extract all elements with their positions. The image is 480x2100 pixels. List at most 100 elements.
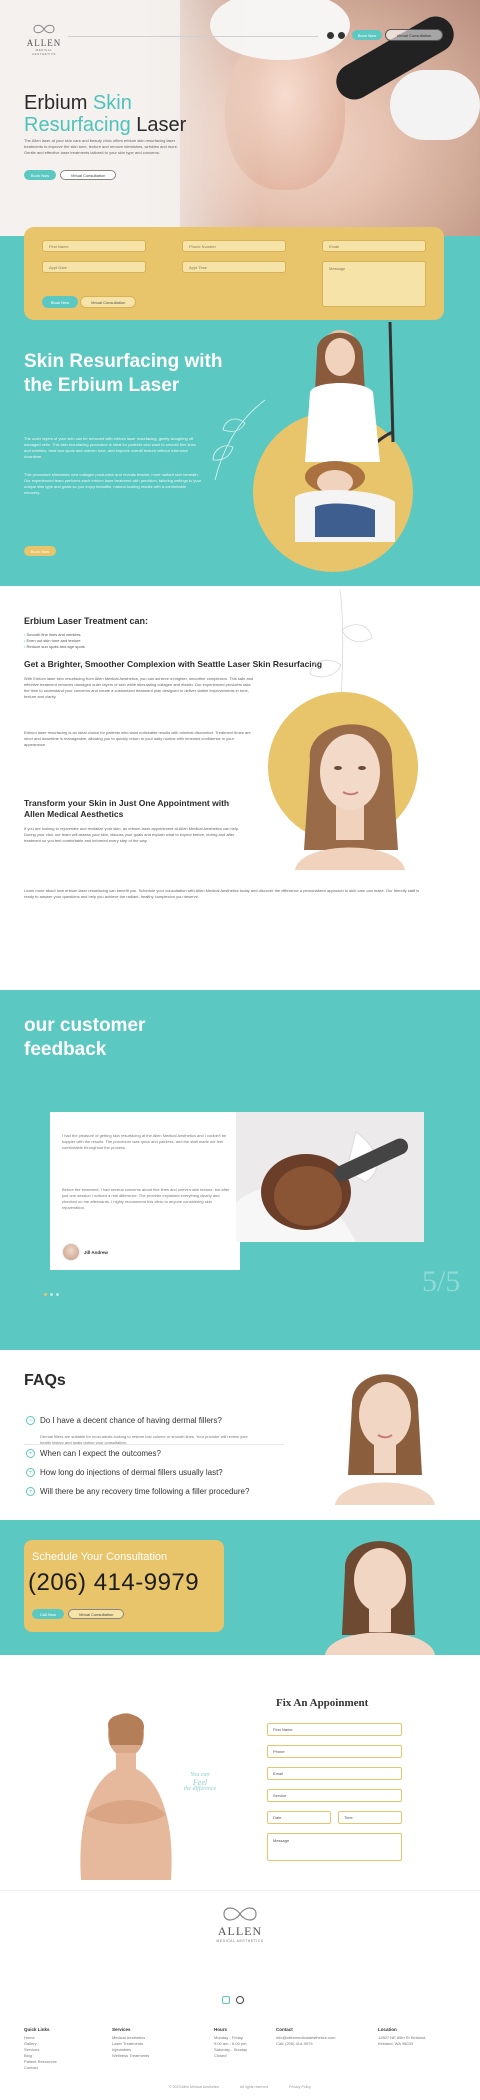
hero-title-1b: Skin xyxy=(92,92,132,114)
carousel-dot[interactable] xyxy=(44,1293,47,1296)
footer-phone[interactable]: Call: (206) 414-9979 xyxy=(276,2041,335,2047)
avatar xyxy=(62,1243,80,1261)
faq-question[interactable]: Do I have a decent chance of having derm… xyxy=(40,1416,222,1425)
footer-col-title: Hours xyxy=(214,2027,228,2032)
hero-consultation-button[interactable]: Virtual Consultation xyxy=(60,170,116,180)
section2-paragraph-2: This procedure stimulates new collagen p… xyxy=(24,472,202,495)
form-message[interactable]: Message xyxy=(322,261,426,307)
form-date[interactable]: Appt Date xyxy=(42,261,146,273)
instagram-icon[interactable] xyxy=(236,1996,244,2004)
copyright-text: © 2023 Allen Medical Aesthetics xyxy=(169,2085,220,2089)
footer-col-title: Location xyxy=(378,2027,397,2032)
faq-portrait xyxy=(335,1374,435,1505)
logo-infinity-icon xyxy=(33,24,55,34)
testimonial-quote: I had the pleasure of getting skin resur… xyxy=(62,1133,227,1150)
form-email[interactable]: Email xyxy=(322,240,426,252)
faq-expand-icon[interactable]: + xyxy=(26,1487,35,1496)
faq-expand-icon[interactable]: + xyxy=(26,1468,35,1477)
instagram-icon[interactable] xyxy=(338,32,345,39)
faq-question[interactable]: Will there be any recovery time followin… xyxy=(40,1487,249,1496)
hero-book-button[interactable]: Book Now xyxy=(24,170,56,180)
header-logo[interactable]: ALLEN MEDICAL AESTHETICS xyxy=(24,22,64,56)
treatment-paragraph-3: If you are looking to rejuvenate and rev… xyxy=(24,826,240,843)
section2-title: Skin Resurfacing with the Erbium Laser xyxy=(24,351,223,396)
footer-address: Kirkland, WA 98033 xyxy=(378,2041,413,2046)
appt-time[interactable]: Time xyxy=(338,1811,402,1824)
testimonial-title: our customer feedback xyxy=(24,1015,146,1060)
form-first-name[interactable]: First Name xyxy=(42,240,146,252)
footer-link[interactable]: Wellness Treatments xyxy=(112,2053,149,2059)
testimonial-photo xyxy=(236,1112,424,1242)
footer-col-title: Quick Links xyxy=(24,2027,50,2032)
carousel-dots[interactable] xyxy=(44,1293,59,1296)
appt-date[interactable]: Date xyxy=(267,1811,331,1824)
logo-name: ALLEN xyxy=(26,38,62,48)
schedule-portrait xyxy=(325,1541,435,1655)
header-consultation-button[interactable]: Virtual Consultation xyxy=(385,29,443,41)
brighter-complexion-heading: Get a Brighter, Smoother Complexion with… xyxy=(24,659,323,669)
script-line: the difference xyxy=(183,1786,217,1792)
carousel-dot[interactable] xyxy=(50,1293,53,1296)
appointment-title: Fix An Appoinment xyxy=(276,1697,369,1709)
footer-logo-subtitle: MEDICAL AESTHETICS xyxy=(216,1939,264,1943)
privacy-policy-link[interactable]: Privacy Policy xyxy=(289,2085,311,2089)
faq-collapse-icon[interactable]: − xyxy=(26,1416,35,1425)
faq-question[interactable]: How long do injections of dermal fillers… xyxy=(40,1468,223,1477)
phone-number[interactable]: (206) 414-9979 xyxy=(28,1569,199,1597)
footer-logo-name: ALLEN xyxy=(217,1924,263,1938)
transform-heading: Transform your Skin in Just One Appointm… xyxy=(24,798,230,819)
footer-link[interactable]: Contact xyxy=(24,2065,57,2071)
appointment-photo xyxy=(80,1713,172,1880)
faq-expand-icon[interactable]: + xyxy=(26,1449,35,1458)
faq-divider xyxy=(24,1444,284,1445)
appt-email[interactable]: Email xyxy=(267,1767,402,1780)
section2-paragraph-1: The outer layers of your skin can be rem… xyxy=(24,436,196,459)
treatment-paragraph-2: Erbium laser resurfacing is an ideal cho… xyxy=(24,730,251,747)
header-book-button[interactable]: Book Now xyxy=(352,30,382,40)
logo-subtitle: MEDICAL AESTHETICS xyxy=(32,48,56,56)
hero-title: Erbium Skin Resurfacing Laser xyxy=(24,92,186,136)
appt-first-name[interactable]: First Name xyxy=(267,1723,402,1736)
script-line: Feel xyxy=(192,1778,208,1787)
call-now-button[interactable]: Call Now xyxy=(32,1609,64,1619)
footer-logo-infinity-icon xyxy=(223,1907,257,1921)
facebook-icon[interactable] xyxy=(327,32,334,39)
carousel-dot[interactable] xyxy=(56,1293,59,1296)
header-social xyxy=(327,32,345,39)
section2-photo xyxy=(295,322,395,542)
form-consultation-button[interactable]: Virtual Consultation xyxy=(80,296,136,308)
treatment-benefits-list: Smooth fine lines and wrinkles Even out … xyxy=(24,632,85,650)
footer-services: Services Medical Aesthetics Laser Treatm… xyxy=(112,2027,149,2059)
testimonial-quote-2: Before the treatment, I had several conc… xyxy=(62,1187,230,1210)
facebook-icon[interactable] xyxy=(222,1996,230,2004)
appt-message[interactable]: Message xyxy=(267,1833,402,1861)
rating-watermark: 5/5 xyxy=(422,1265,461,1298)
feel-the-difference-text: You can Feel the difference xyxy=(178,1772,222,1793)
testimonial-author: Jill Andrew xyxy=(84,1250,108,1255)
hero-title-2a: Resurfacing xyxy=(24,114,131,136)
hero-title-1a: Erbium xyxy=(24,92,88,114)
appt-service[interactable]: Service xyxy=(267,1789,402,1802)
footer-contact: Contact info@allenmedicalaesthetics.com … xyxy=(276,2027,335,2047)
footer-bottom-bar: © 2023 Allen Medical Aesthetics All righ… xyxy=(0,2085,480,2089)
treatment-paragraph-4: Learn more about how erbium laser resurf… xyxy=(24,888,420,899)
footer-col-title: Services xyxy=(112,2027,131,2032)
list-item: Reduce sun spots and age spots xyxy=(24,644,85,650)
form-time[interactable]: Appt Time xyxy=(182,261,286,273)
footer-logo[interactable]: ALLEN MEDICAL AESTHETICS xyxy=(210,1904,270,1943)
form-phone[interactable]: Phone Number xyxy=(182,240,286,252)
footer-social xyxy=(222,1996,244,2004)
page: ALLEN MEDICAL AESTHETICS Book Now Virtua… xyxy=(0,0,480,2100)
footer-text: Closed xyxy=(214,2053,227,2058)
schedule-title: Schedule Your Consultation xyxy=(32,1551,168,1563)
faq-question[interactable]: When can I expect the outcomes? xyxy=(40,1449,161,1458)
footer-col-title: Contact xyxy=(276,2027,293,2032)
schedule-consultation-button[interactable]: Virtual Consultation xyxy=(68,1609,124,1619)
header-divider xyxy=(68,36,318,37)
section2-book-button[interactable]: Book Now xyxy=(24,546,56,556)
footer-location: Location 12607 NE 85th St Kirkland, Kirk… xyxy=(378,2027,426,2047)
form-submit-button[interactable]: Book Now xyxy=(42,296,78,308)
footer-hours: Hours Monday - Friday 9:00 am - 6:00 pm … xyxy=(214,2027,247,2059)
appt-phone[interactable]: Phone xyxy=(267,1745,402,1758)
faq-title: FAQs xyxy=(24,1372,66,1389)
